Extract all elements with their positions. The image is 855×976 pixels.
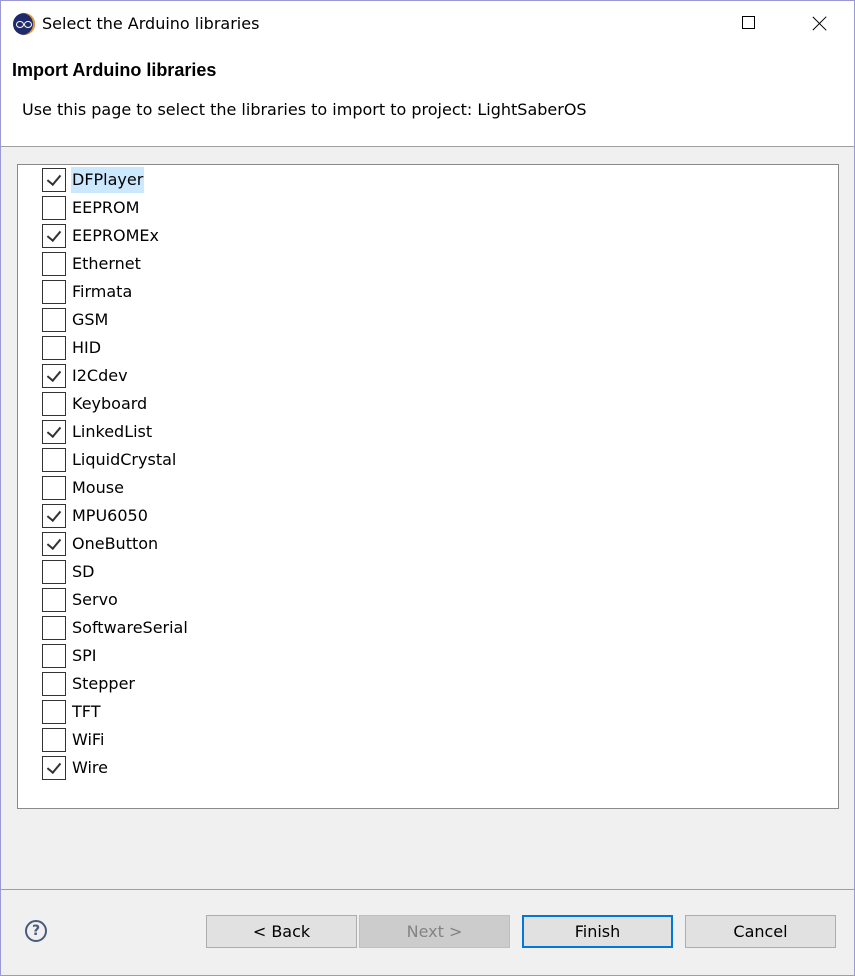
library-label[interactable]: Mouse [71, 475, 125, 501]
footer-divider [1, 889, 854, 890]
library-label[interactable]: Stepper [71, 671, 136, 697]
library-checkbox[interactable] [42, 252, 66, 276]
library-checkbox[interactable] [42, 420, 66, 444]
library-label[interactable]: DFPlayer [71, 167, 145, 193]
library-checkbox[interactable] [42, 700, 66, 724]
page-description: Use this page to select the libraries to… [22, 100, 587, 119]
library-checkbox[interactable] [42, 336, 66, 360]
library-checkbox[interactable] [42, 560, 66, 584]
library-label[interactable]: EEPROM [71, 195, 140, 221]
library-label[interactable]: GSM [71, 307, 109, 333]
arduino-app-icon [13, 13, 35, 35]
library-label[interactable]: HID [71, 335, 102, 361]
library-checkbox[interactable] [42, 504, 66, 528]
maximize-button[interactable] [725, 1, 771, 47]
library-checkbox[interactable] [42, 392, 66, 416]
library-checkbox[interactable] [42, 532, 66, 556]
library-label[interactable]: EEPROMEx [71, 223, 160, 249]
back-button[interactable]: < Back [206, 915, 357, 948]
library-label[interactable]: LinkedList [71, 419, 153, 445]
window-title: Select the Arduino libraries [42, 14, 260, 33]
library-label[interactable]: I2Cdev [71, 363, 129, 389]
library-label[interactable]: SD [71, 559, 95, 585]
library-label[interactable]: Ethernet [71, 251, 142, 277]
library-label[interactable]: SPI [71, 643, 98, 669]
finish-button[interactable]: Finish [522, 915, 673, 948]
library-checkbox[interactable] [42, 756, 66, 780]
dialog-window: Select the Arduino libraries Import Ardu… [0, 0, 855, 976]
library-label[interactable]: OneButton [71, 531, 159, 557]
page-title: Import Arduino libraries [12, 60, 217, 80]
library-checkbox[interactable] [42, 196, 66, 220]
library-label[interactable]: MPU6050 [71, 503, 149, 529]
library-checkbox[interactable] [42, 448, 66, 472]
library-label[interactable]: Servo [71, 587, 119, 613]
library-checkbox[interactable] [42, 616, 66, 640]
cancel-button[interactable]: Cancel [685, 915, 836, 948]
library-checkbox[interactable] [42, 476, 66, 500]
library-checkbox[interactable] [42, 308, 66, 332]
library-label[interactable]: SoftwareSerial [71, 615, 189, 641]
library-checkbox[interactable] [42, 672, 66, 696]
library-list[interactable]: DFPlayer EEPROM EEPROMEx Ethernet Firmata GSM… [17, 164, 839, 809]
library-label[interactable]: Wire [71, 755, 109, 781]
wizard-header: Import Arduino libraries Use this page t… [1, 47, 854, 147]
library-checkbox[interactable] [42, 224, 66, 248]
help-icon[interactable]: ? [25, 920, 47, 942]
maximize-icon [742, 16, 755, 29]
library-checkbox[interactable] [42, 364, 66, 388]
library-checkbox[interactable] [42, 168, 66, 192]
library-label[interactable]: TFT [71, 699, 101, 725]
library-checkbox[interactable] [42, 588, 66, 612]
title-bar: Select the Arduino libraries [1, 1, 854, 47]
library-checkbox[interactable] [42, 280, 66, 304]
library-label[interactable]: Firmata [71, 279, 133, 305]
library-label[interactable]: LiquidCrystal [71, 447, 177, 473]
close-button[interactable] [797, 1, 843, 47]
library-label[interactable]: Keyboard [71, 391, 148, 417]
next-button[interactable]: Next > [359, 915, 510, 948]
library-checkbox[interactable] [42, 644, 66, 668]
library-label[interactable]: WiFi [71, 727, 105, 753]
library-checkbox[interactable] [42, 728, 66, 752]
